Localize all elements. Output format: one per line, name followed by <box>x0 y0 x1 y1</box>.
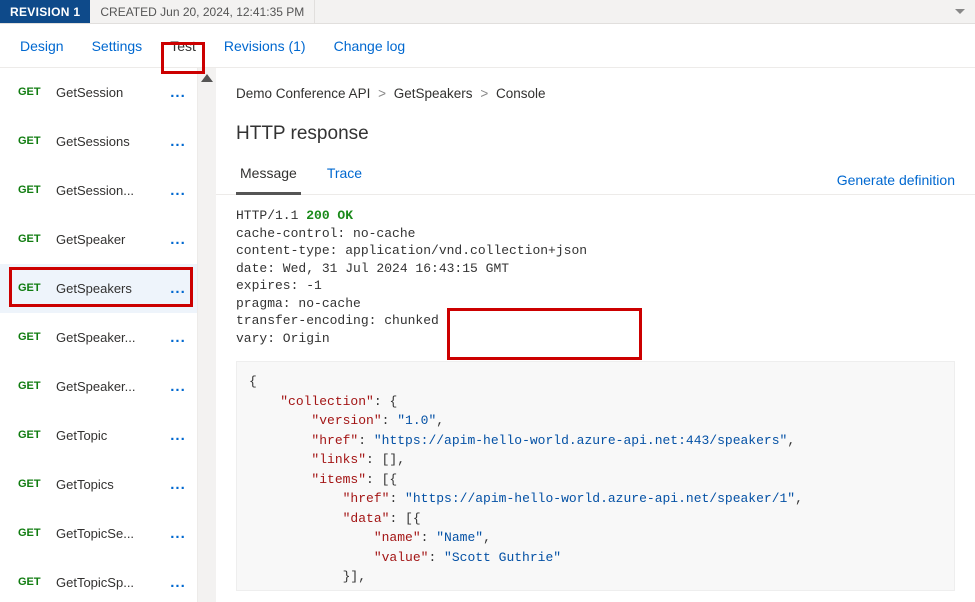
op-verb: GET <box>18 233 46 245</box>
generate-definition-link[interactable]: Generate definition <box>837 168 955 188</box>
op-name: GetTopicSe... <box>56 526 159 541</box>
response-body: { "collection": { "version": "1.0", "hre… <box>236 361 955 591</box>
json-val-value: "Scott Guthrie" <box>444 550 561 565</box>
more-icon[interactable]: ... <box>169 133 187 150</box>
op-item-getspeaker[interactable]: GET GetSpeaker ... <box>0 215 197 264</box>
header-date: date: Wed, 31 Jul 2024 16:43:15 GMT <box>236 261 509 276</box>
left-gutter <box>198 68 216 602</box>
json-key-links2: "links" <box>343 589 398 592</box>
json-key-value: "value" <box>374 550 429 565</box>
op-name: GetSessions <box>56 134 159 149</box>
tab-change-log[interactable]: Change log <box>320 31 420 61</box>
op-verb: GET <box>18 429 46 441</box>
op-name: GetTopicSp... <box>56 575 159 590</box>
more-icon[interactable]: ... <box>169 525 187 542</box>
op-verb: GET <box>18 135 46 147</box>
json-val-href1: "https://apim-hello-world.azure-api.net:… <box>374 433 787 448</box>
more-icon[interactable]: ... <box>169 476 187 493</box>
header-cache-control: cache-control: no-cache <box>236 226 415 241</box>
tab-design[interactable]: Design <box>10 31 78 61</box>
tab-test[interactable]: Test <box>156 31 210 61</box>
op-verb: GET <box>18 331 46 343</box>
json-val-href2: "https://apim-hello-world.azure-api.net/… <box>405 491 795 506</box>
op-name: GetSession <box>56 85 159 100</box>
op-name: GetTopics <box>56 477 159 492</box>
json-key-data: "data" <box>343 511 390 526</box>
tab-revisions[interactable]: Revisions (1) <box>210 31 320 61</box>
op-verb: GET <box>18 527 46 539</box>
op-verb: GET <box>18 282 46 294</box>
op-verb: GET <box>18 184 46 196</box>
more-icon[interactable]: ... <box>169 574 187 591</box>
op-item-getsessions[interactable]: GET GetSessions ... <box>0 117 197 166</box>
result-tabs: Message Trace Generate definition <box>216 161 975 195</box>
more-icon[interactable]: ... <box>169 182 187 199</box>
header-vary: vary: Origin <box>236 331 330 346</box>
json-key-collection: "collection" <box>280 394 374 409</box>
json-key-name: "name" <box>374 530 421 545</box>
more-icon[interactable]: ... <box>169 427 187 444</box>
op-name: GetSpeakers <box>56 281 159 296</box>
breadcrumb-sep: > <box>374 86 390 101</box>
breadcrumb-console: Console <box>496 86 546 101</box>
http-version: HTTP/1.1 <box>236 208 306 223</box>
response-panel: Demo Conference API > GetSpeakers > Cons… <box>198 68 975 602</box>
header-pragma: pragma: no-cache <box>236 296 361 311</box>
http-status: 200 OK <box>306 208 353 223</box>
tab-trace[interactable]: Trace <box>323 161 366 195</box>
header-expires: expires: -1 <box>236 278 322 293</box>
op-item-gettopics[interactable]: GET GetTopics ... <box>0 460 197 509</box>
op-name: GetSpeaker... <box>56 330 159 345</box>
op-item-gettopicsp[interactable]: GET GetTopicSp... ... <box>0 558 197 602</box>
op-item-gettopicse[interactable]: GET GetTopicSe... ... <box>0 509 197 558</box>
op-verb: GET <box>18 478 46 490</box>
header-content-type: content-type: application/vnd.collection… <box>236 243 587 258</box>
op-name: GetSession... <box>56 183 159 198</box>
scroll-up-icon[interactable] <box>201 74 213 82</box>
tab-settings[interactable]: Settings <box>78 31 157 61</box>
op-item-gettopic[interactable]: GET GetTopic ... <box>0 411 197 460</box>
top-tabs: Design Settings Test Revisions (1) Chang… <box>0 24 975 68</box>
json-val-name: "Name" <box>436 530 483 545</box>
revision-badge: REVISION 1 <box>0 0 90 23</box>
json-key-links: "links" <box>311 452 366 467</box>
op-name: GetSpeaker... <box>56 379 159 394</box>
breadcrumb-sep: > <box>476 86 492 101</box>
section-title: HTTP response <box>216 111 975 161</box>
more-icon[interactable]: ... <box>169 378 187 395</box>
operations-list: GET GetSession ... GET GetSessions ... G… <box>0 68 198 602</box>
op-item-getspeaker-trunc2[interactable]: GET GetSpeaker... ... <box>0 362 197 411</box>
header-transfer-encoding: transfer-encoding: chunked <box>236 313 439 328</box>
revision-bar: REVISION 1 CREATED Jun 20, 2024, 12:41:3… <box>0 0 975 24</box>
json-key-version: "version" <box>311 413 381 428</box>
op-item-getspeaker-trunc1[interactable]: GET GetSpeaker... ... <box>0 313 197 362</box>
breadcrumb-op[interactable]: GetSpeakers <box>394 86 473 101</box>
chevron-down-icon <box>955 9 965 14</box>
json-key-href2: "href" <box>343 491 390 506</box>
breadcrumb-api[interactable]: Demo Conference API <box>236 86 370 101</box>
op-item-getsession-trunc[interactable]: GET GetSession... ... <box>0 166 197 215</box>
op-verb: GET <box>18 380 46 392</box>
op-verb: GET <box>18 86 46 98</box>
more-icon[interactable]: ... <box>169 84 187 101</box>
revision-created: CREATED Jun 20, 2024, 12:41:35 PM <box>90 0 315 23</box>
json-val-version: "1.0" <box>397 413 436 428</box>
op-name: GetTopic <box>56 428 159 443</box>
more-icon[interactable]: ... <box>169 231 187 248</box>
more-icon[interactable]: ... <box>169 329 187 346</box>
json-key-href: "href" <box>311 433 358 448</box>
op-item-getspeakers[interactable]: GET GetSpeakers ... <box>0 264 197 313</box>
response-headers: HTTP/1.1 200 OK cache-control: no-cache … <box>216 195 975 347</box>
op-verb: GET <box>18 576 46 588</box>
breadcrumb: Demo Conference API > GetSpeakers > Cons… <box>216 68 975 111</box>
revision-dropdown[interactable] <box>945 0 975 23</box>
more-icon[interactable]: ... <box>169 280 187 297</box>
op-item-getsession[interactable]: GET GetSession ... <box>0 68 197 117</box>
json-key-items: "items" <box>311 472 366 487</box>
op-name: GetSpeaker <box>56 232 159 247</box>
tab-message[interactable]: Message <box>236 161 301 195</box>
